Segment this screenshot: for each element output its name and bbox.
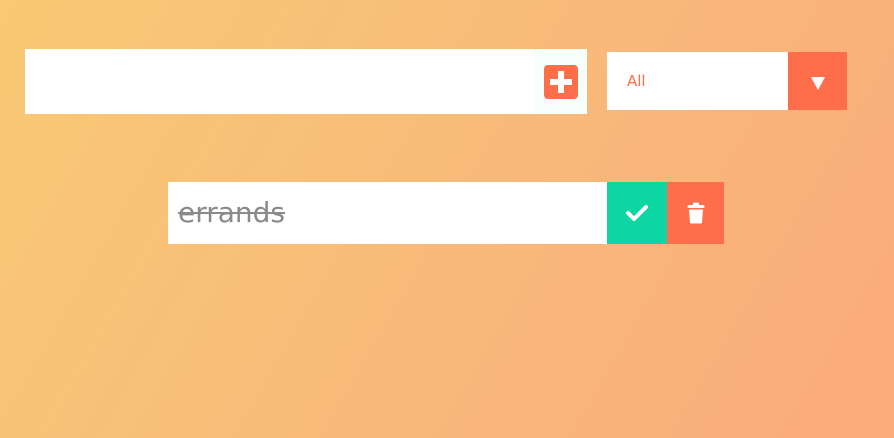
todo-text: errands bbox=[178, 196, 286, 229]
filter-select[interactable]: All bbox=[607, 52, 847, 110]
delete-button[interactable] bbox=[667, 182, 724, 244]
triangle-down-icon bbox=[810, 76, 825, 90]
plus-square-icon bbox=[543, 64, 578, 99]
trash-icon bbox=[687, 202, 704, 224]
todo-item: errands bbox=[168, 182, 724, 244]
check-icon bbox=[626, 205, 648, 221]
complete-button[interactable] bbox=[607, 182, 667, 244]
filter-selected-value: All bbox=[627, 72, 646, 90]
todo-form bbox=[25, 49, 587, 114]
todo-input[interactable] bbox=[25, 49, 525, 114]
add-todo-button[interactable] bbox=[534, 49, 587, 114]
filter-dropdown-button[interactable] bbox=[788, 52, 847, 110]
